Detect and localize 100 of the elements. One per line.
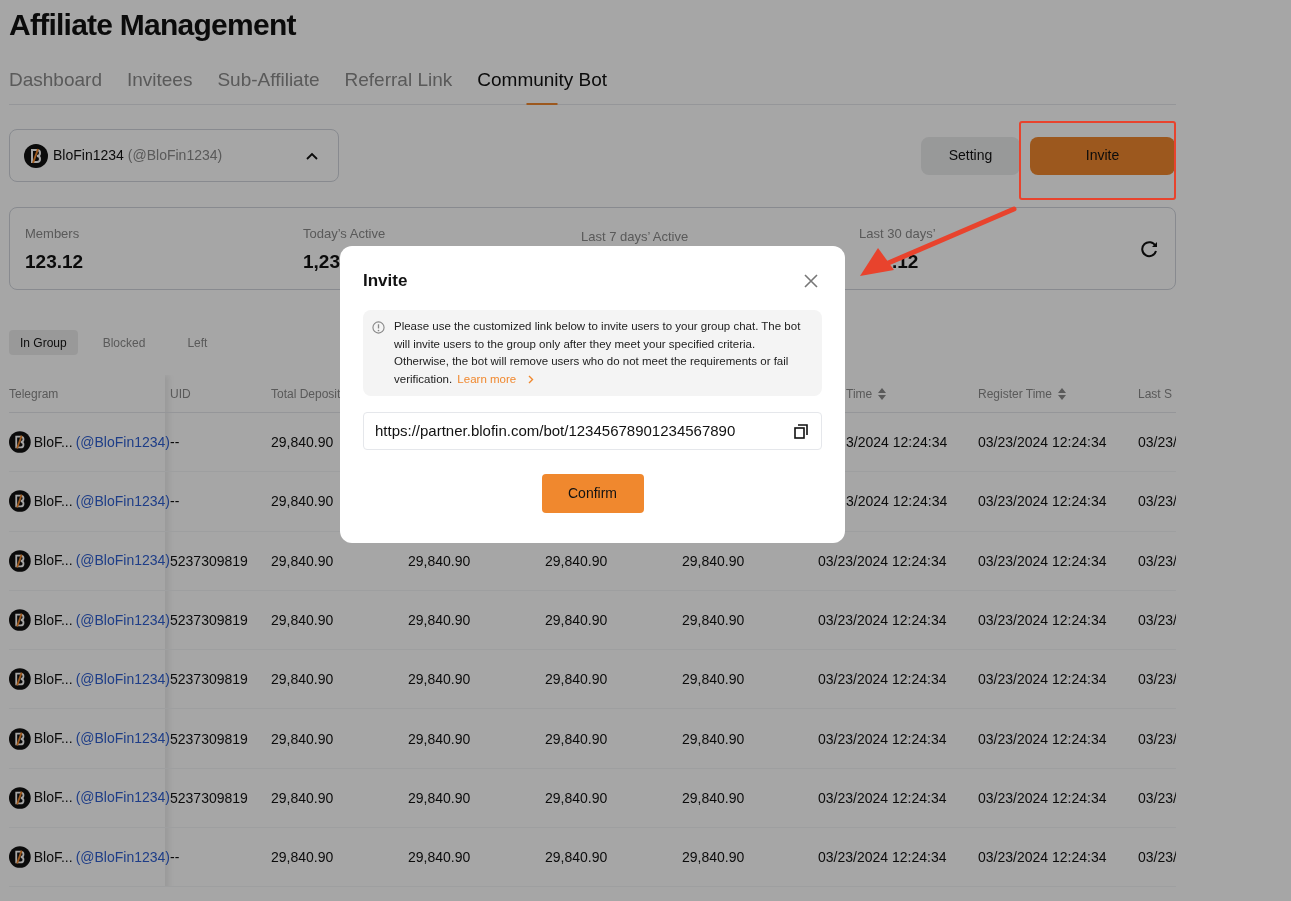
member-name: BloF... bbox=[33, 610, 73, 630]
table-cell: 5237309819 bbox=[170, 730, 248, 747]
logo-icon bbox=[9, 667, 31, 692]
close-icon bbox=[804, 274, 818, 288]
table-cell: 29,840.90 bbox=[271, 730, 334, 747]
info-icon bbox=[372, 321, 385, 334]
table-cell: 29,840.90 bbox=[408, 552, 471, 569]
table-cell: 29,840.90 bbox=[545, 552, 608, 569]
table-cell: 03/23/2024 12:24:34 bbox=[818, 612, 947, 629]
refresh-icon bbox=[1139, 238, 1159, 259]
member-handle[interactable]: (@BloFin1234) bbox=[75, 668, 170, 690]
link-field[interactable]: https://partner.blofin.com/bot/12345678901234567890 bbox=[363, 412, 822, 450]
nav-tab[interactable]: Dashboard bbox=[9, 62, 102, 104]
chevron-right-icon bbox=[528, 374, 535, 384]
column-header: Time bbox=[846, 385, 873, 403]
member-handle[interactable]: (@BloFin1234) bbox=[75, 431, 170, 453]
table-cell: 29,840.90 bbox=[545, 612, 608, 629]
logo-icon bbox=[9, 726, 31, 751]
member-handle[interactable]: (@BloFin1234) bbox=[75, 787, 170, 809]
table-cell: 29,840.90 bbox=[271, 552, 334, 569]
table-cell: 03/23/2024 12:24:34 bbox=[978, 730, 1107, 747]
table-cell: 29,840.90 bbox=[408, 849, 471, 866]
filter-tab[interactable]: Left bbox=[176, 330, 219, 355]
copy-icon bbox=[794, 423, 808, 439]
table-cell: 29,840.90 bbox=[408, 730, 471, 747]
stat-label: Last 30 days’ bbox=[859, 225, 936, 243]
member-handle[interactable]: (@BloFin1234) bbox=[75, 728, 170, 750]
member-handle[interactable]: (@BloFin1234) bbox=[75, 490, 170, 512]
table-cell: 29,840.90 bbox=[682, 730, 745, 747]
table-cell: -- bbox=[170, 849, 180, 866]
member-name: BloF... bbox=[33, 491, 73, 511]
confirm-button[interactable]: Confirm bbox=[541, 474, 644, 513]
table-cell: 29,840.90 bbox=[408, 671, 471, 688]
table-cell: 29,840.90 bbox=[545, 730, 608, 747]
table-cell: 03/23/2024 12:24:34 bbox=[818, 552, 947, 569]
table-cell: 03/23/2024 12:24:34 bbox=[978, 671, 1107, 688]
copy-button[interactable] bbox=[794, 423, 808, 439]
logo-icon bbox=[9, 548, 31, 573]
table-cell: 5237309819 bbox=[170, 671, 248, 688]
dialog-title: Invite bbox=[363, 270, 408, 293]
table-cell: -- bbox=[170, 493, 180, 510]
column-header: Register Time bbox=[978, 385, 1053, 403]
filter-tab[interactable]: Blocked bbox=[91, 330, 157, 355]
nav-tab[interactable]: Community Bot bbox=[477, 62, 608, 104]
member-handle[interactable]: (@BloFin1234) bbox=[75, 609, 170, 631]
table-cell: 03/23/2024 12:24:34 bbox=[818, 730, 947, 747]
notice-text: Please use the customized link below to invite users to your group chat. The bot will invite users to the group only after they meet your specified criteria. Otherwise, the bot will remove users who do not meet the requirements or fail verification. Learn more bbox=[394, 318, 808, 388]
table-cell: 29,840.90 bbox=[271, 434, 334, 451]
table-cell: 03/23/2024 12:24:34 bbox=[978, 552, 1107, 569]
table-cell: 29,840.90 bbox=[271, 612, 334, 629]
member-name: BloF... bbox=[33, 729, 73, 749]
table-cell: 29,840.90 bbox=[682, 612, 745, 629]
table-cell: 29,840.90 bbox=[271, 789, 334, 806]
close-button[interactable] bbox=[804, 274, 818, 288]
nav-tab[interactable]: Sub-Affiliate bbox=[217, 62, 320, 104]
table-cell: 5237309819 bbox=[170, 612, 248, 629]
stat-label: Last 7 days’ Active bbox=[581, 228, 689, 247]
table-cell: 29,840.90 bbox=[682, 552, 745, 569]
table-cell: 03/23/2024 12:24:34 bbox=[818, 789, 947, 806]
table-cell: 03/23/2024 12:24:34 bbox=[978, 493, 1107, 510]
stat-value: 123.12 bbox=[25, 249, 84, 274]
column-header: Telegram bbox=[9, 385, 59, 403]
bot-selector[interactable]: BloFin1234 (@BloFin1234) bbox=[9, 129, 339, 182]
page-title: Affiliate Management bbox=[9, 6, 296, 43]
table-cell: 03/23/2024 12:24:34 bbox=[978, 612, 1107, 629]
member-handle[interactable]: (@BloFin1234) bbox=[75, 550, 170, 572]
table-cell: 5237309819 bbox=[170, 789, 248, 806]
table-cell: 5237309819 bbox=[170, 552, 248, 569]
member-handle[interactable]: (@BloFin1234) bbox=[75, 846, 170, 868]
bot-handle: (@BloFin1234) bbox=[127, 146, 223, 165]
table-cell: 29,840.90 bbox=[545, 849, 608, 866]
column-header: Last S bbox=[1138, 385, 1173, 403]
member-name: BloF... bbox=[33, 788, 73, 808]
nav-tab[interactable]: Referral Link bbox=[344, 62, 453, 104]
table-cell: 3/2024 12:24:34 bbox=[846, 434, 948, 451]
logo-icon bbox=[9, 608, 31, 633]
table-cell: 03/23/2024 12:24:34 bbox=[978, 434, 1107, 451]
table-cell: 03/23/2024 12:24:34 bbox=[978, 849, 1107, 866]
table-cell: 29,840.90 bbox=[682, 789, 745, 806]
logo-icon bbox=[24, 143, 48, 168]
member-name: BloF... bbox=[33, 847, 73, 867]
table-cell: -- bbox=[170, 434, 180, 451]
invite-button[interactable]: Invite bbox=[1030, 136, 1175, 175]
logo-icon bbox=[9, 785, 31, 810]
member-name: BloF... bbox=[33, 551, 73, 571]
table-cell: 29,840.90 bbox=[545, 671, 608, 688]
logo-icon bbox=[9, 845, 31, 870]
logo-icon bbox=[9, 430, 31, 455]
nav-tab[interactable]: Invitees bbox=[126, 62, 193, 104]
table-cell: 29,840.90 bbox=[271, 671, 334, 688]
table-cell: 03/23/2024 12:24:34 bbox=[978, 789, 1107, 806]
stat-label: Today’s Active bbox=[303, 225, 386, 243]
logo-icon bbox=[9, 489, 31, 514]
table-cell: 29,840.90 bbox=[271, 849, 334, 866]
table-cell: 29,840.90 bbox=[545, 789, 608, 806]
learn-more-link[interactable]: Learn more bbox=[457, 370, 535, 388]
table-cell: 3/2024 12:24:34 bbox=[846, 493, 948, 510]
filter-tab[interactable]: In Group bbox=[9, 330, 78, 355]
setting-button[interactable]: Setting bbox=[921, 136, 1020, 175]
table-cell: 29,840.90 bbox=[408, 789, 471, 806]
